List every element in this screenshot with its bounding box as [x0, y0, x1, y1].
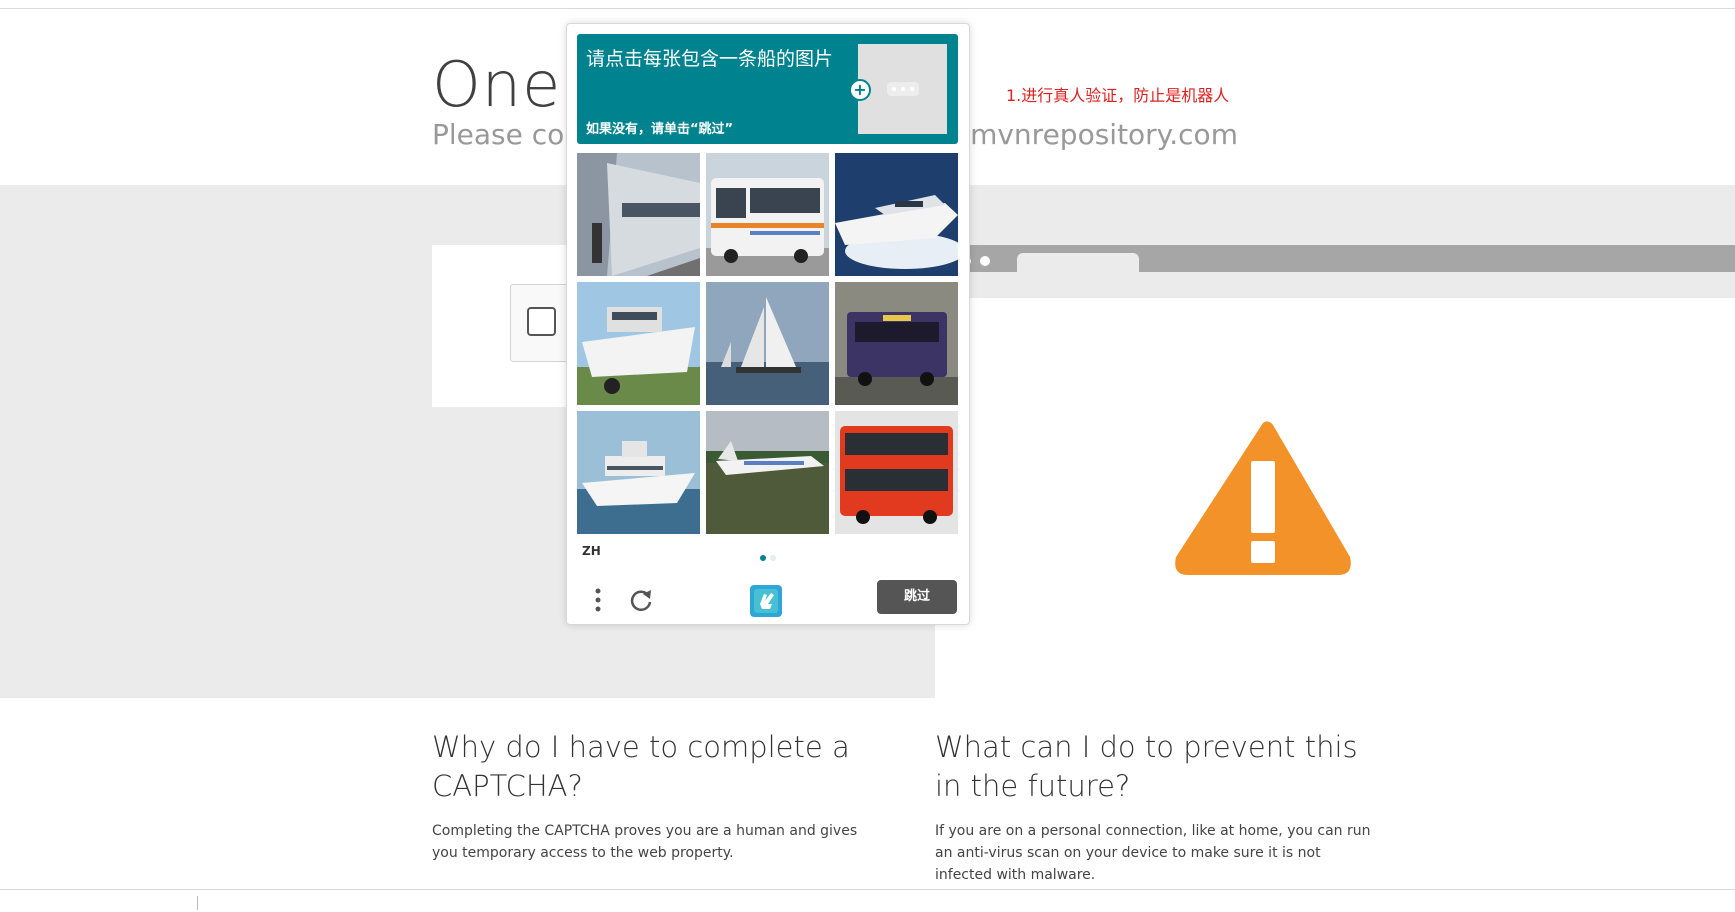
- train-image: [577, 153, 700, 276]
- more-options-icon[interactable]: [593, 586, 603, 614]
- bottom-divider-tick: [197, 896, 198, 910]
- tile-airplane[interactable]: [706, 411, 829, 534]
- sailboat-image: [706, 282, 829, 405]
- skip-button[interactable]: 跳过: [877, 580, 957, 614]
- browser-illustration-tab: [1017, 253, 1139, 273]
- challenge-instruction: 请点击每张包含一条船的图片: [586, 48, 834, 70]
- language-selector[interactable]: ZH: [582, 544, 601, 558]
- hcaptcha-logo-icon: [750, 585, 782, 617]
- captcha-challenge-dialog: 请点击每张包含一条船的图片 如果没有，请单击“跳过” + ZH 跳过: [566, 23, 970, 625]
- faq-question-2: What can I do to prevent this in the fut…: [935, 730, 1358, 803]
- faq-answer-1: Completing the CAPTCHA proves you are a …: [432, 823, 858, 861]
- challenge-band-right: [935, 185, 1735, 298]
- challenge-hint: 如果没有，请单击“跳过”: [586, 122, 734, 137]
- bottom-divider: [0, 889, 1735, 890]
- challenge-header: 请点击每张包含一条船的图片 如果没有，请单击“跳过” +: [577, 34, 958, 144]
- tile-speedboat[interactable]: [835, 153, 958, 276]
- pager-dot-active: [760, 555, 766, 561]
- loading-dots-icon: [887, 82, 919, 96]
- yacht-image: [577, 411, 700, 534]
- airplane-image: [706, 411, 829, 534]
- subtitle-left: Please com: [432, 118, 572, 151]
- window-dot-icon: [980, 256, 990, 266]
- subtitle-right: ss mvnrepository.com: [932, 118, 1238, 151]
- refresh-icon[interactable]: [627, 586, 655, 614]
- purple-bus-image: [835, 282, 958, 405]
- tile-sailboats[interactable]: [706, 282, 829, 405]
- example-image: [858, 44, 947, 134]
- annotation-note: 1.进行真人验证，防止是机器人: [1006, 86, 1230, 105]
- tile-train-platform[interactable]: [577, 153, 700, 276]
- warning-icon: [1175, 421, 1351, 575]
- double-decker-image: [835, 411, 958, 534]
- top-divider: [0, 8, 1735, 9]
- faq-answer-2: If you are on a personal connection, lik…: [935, 823, 1371, 883]
- tile-boat-on-trailer[interactable]: [577, 282, 700, 405]
- tile-yacht[interactable]: [577, 411, 700, 534]
- captcha-checkbox[interactable]: [527, 307, 556, 336]
- pager-dot: [770, 555, 776, 561]
- tile-double-decker-bus[interactable]: [835, 411, 958, 534]
- trailer-boat-image: [577, 282, 700, 405]
- faq-question-1: Why do I have to complete a CAPTCHA?: [432, 730, 850, 803]
- bus-image: [706, 153, 829, 276]
- expand-example-icon[interactable]: +: [849, 79, 871, 101]
- tile-city-bus[interactable]: [706, 153, 829, 276]
- tile-purple-bus[interactable]: [835, 282, 958, 405]
- speedboat-image: [835, 153, 958, 276]
